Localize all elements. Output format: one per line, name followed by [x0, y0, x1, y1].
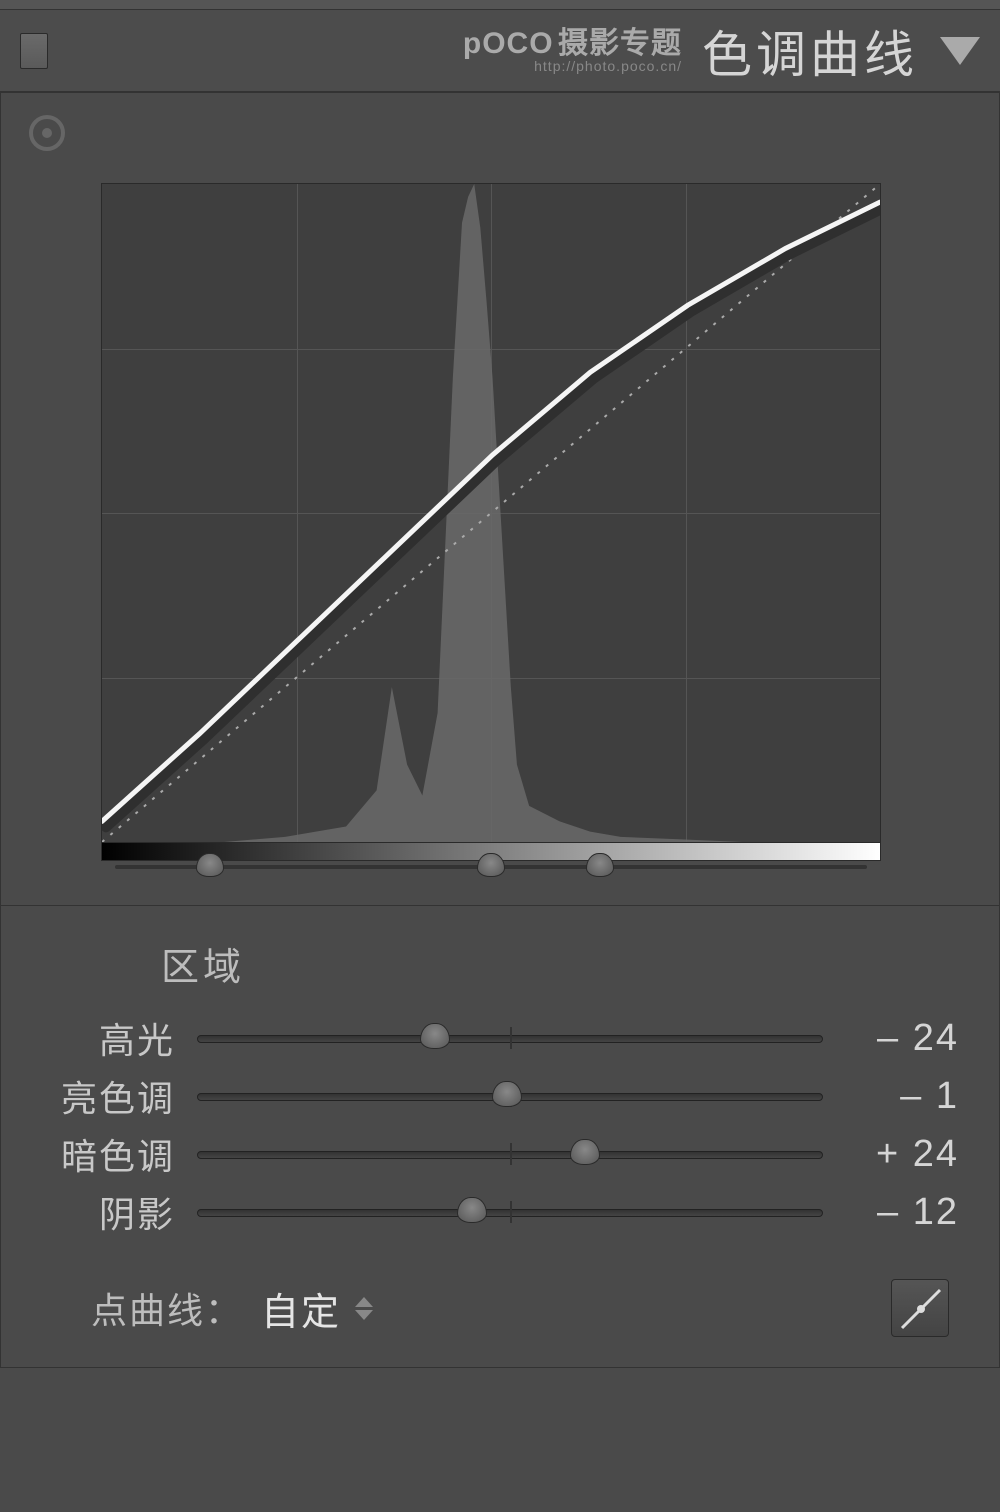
collapse-icon[interactable]: [940, 37, 980, 65]
panel-title: 色调曲线: [702, 15, 918, 87]
watermark-url: http://photo.poco.cn/: [463, 59, 682, 73]
chevron-down-icon[interactable]: [355, 1310, 373, 1320]
slider-label: 阴影: [41, 1186, 181, 1238]
slider-knob[interactable]: [457, 1197, 487, 1223]
point-curve-label: 点曲线：: [91, 1282, 243, 1334]
watermark-tag: 摄影专题: [558, 27, 682, 60]
chevron-up-icon[interactable]: [355, 1297, 373, 1307]
region-split-track: [101, 857, 881, 885]
slider-value: – 1: [839, 1075, 959, 1118]
region-split-knob[interactable]: [477, 853, 505, 877]
region-sliders-section: 区域 高光 – 24 亮色调 – 1 暗色调 + 24 阴影 – 12 点曲线： 自定: [1, 905, 999, 1367]
slider-knob[interactable]: [570, 1139, 600, 1165]
slider-label: 高光: [41, 1012, 181, 1064]
point-curve-stepper[interactable]: [355, 1297, 373, 1320]
slider-track[interactable]: [197, 1139, 823, 1169]
panel-enable-switch[interactable]: [20, 33, 48, 69]
slider-track[interactable]: [197, 1197, 823, 1227]
slider-label: 亮色调: [41, 1070, 181, 1122]
slider-knob[interactable]: [492, 1081, 522, 1107]
slider-row: 亮色调 – 1: [41, 1067, 959, 1125]
slider-row: 高光 – 24: [41, 1009, 959, 1067]
point-curve-row: 点曲线： 自定: [41, 1279, 959, 1337]
slider-track[interactable]: [197, 1023, 823, 1053]
slider-value: – 24: [839, 1017, 959, 1060]
slider-label: 暗色调: [41, 1128, 181, 1180]
watermark: pOCO 摄影专题 http://photo.poco.cn/: [463, 29, 682, 73]
slider-track[interactable]: [197, 1081, 823, 1111]
point-curve-mode-button[interactable]: [891, 1279, 949, 1337]
targeted-adjust-icon[interactable]: [29, 115, 65, 151]
region-section-label: 区域: [161, 936, 959, 991]
slider-row: 阴影 – 12: [41, 1183, 959, 1241]
curve-graph[interactable]: [101, 183, 881, 843]
point-curve-value[interactable]: 自定: [261, 1281, 341, 1336]
slider-value: – 12: [839, 1191, 959, 1234]
region-split-knob[interactable]: [586, 853, 614, 877]
slider-knob[interactable]: [420, 1023, 450, 1049]
watermark-brand: pOCO: [463, 27, 554, 60]
panel-header: pOCO 摄影专题 http://photo.poco.cn/ 色调曲线: [0, 10, 1000, 92]
curve-area: [1, 93, 999, 905]
region-split-knob[interactable]: [196, 853, 224, 877]
slider-value: + 24: [839, 1133, 959, 1176]
slider-row: 暗色调 + 24: [41, 1125, 959, 1183]
tone-curve-panel: 区域 高光 – 24 亮色调 – 1 暗色调 + 24 阴影 – 12 点曲线： 自定: [0, 92, 1000, 1368]
